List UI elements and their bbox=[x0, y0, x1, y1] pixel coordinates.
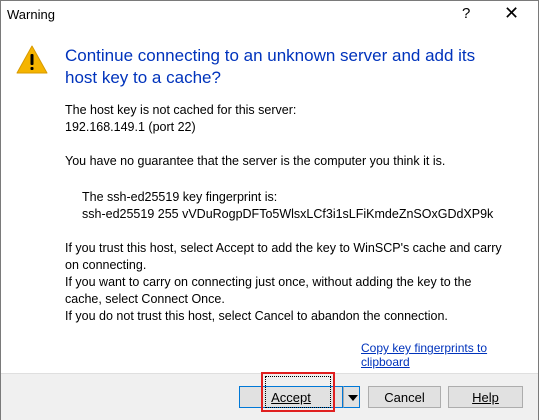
info-line-3: If you want to carry on connecting just … bbox=[65, 275, 472, 289]
help-title-button[interactable]: ? bbox=[462, 5, 470, 22]
accept-highlight-box bbox=[261, 372, 335, 412]
help-label: Help bbox=[472, 390, 499, 405]
no-guarantee-text: You have no guarantee that the server is… bbox=[65, 154, 446, 168]
copy-fingerprints-link[interactable]: Copy key fingerprints to clipboard bbox=[361, 341, 538, 369]
info-line-5: If you do not trust this host, select Ca… bbox=[65, 309, 448, 323]
accept-dropdown-button[interactable] bbox=[343, 386, 360, 408]
info-line-2: on connecting. bbox=[65, 258, 147, 272]
focus-rectangle bbox=[265, 376, 331, 408]
fingerprint-value: ssh-ed25519 255 vVDuRogpDFTo5WlsxLCf3i1s… bbox=[82, 207, 494, 221]
title-bar: Warning ? ✕ bbox=[1, 1, 538, 29]
info-line-1: If you trust this host, select Accept to… bbox=[65, 241, 502, 255]
host-not-cached-text: The host key is not cached for this serv… bbox=[65, 103, 297, 117]
cancel-button[interactable]: Cancel bbox=[368, 386, 441, 408]
server-address-text: 192.168.149.1 (port 22) bbox=[65, 120, 196, 134]
dialog-heading: Continue connecting to an unknown server… bbox=[65, 46, 476, 87]
fingerprint-label: The ssh-ed25519 key fingerprint is: bbox=[82, 190, 278, 204]
window-title: Warning bbox=[7, 7, 55, 22]
help-button[interactable]: Help bbox=[448, 386, 523, 408]
chevron-down-icon bbox=[348, 395, 358, 401]
warning-icon bbox=[16, 45, 48, 74]
info-line-4: cache, select Connect Once. bbox=[65, 292, 225, 306]
close-button[interactable]: ✕ bbox=[504, 3, 519, 23]
warning-dialog: Warning ? ✕ Continue connecting to an un… bbox=[0, 0, 539, 420]
